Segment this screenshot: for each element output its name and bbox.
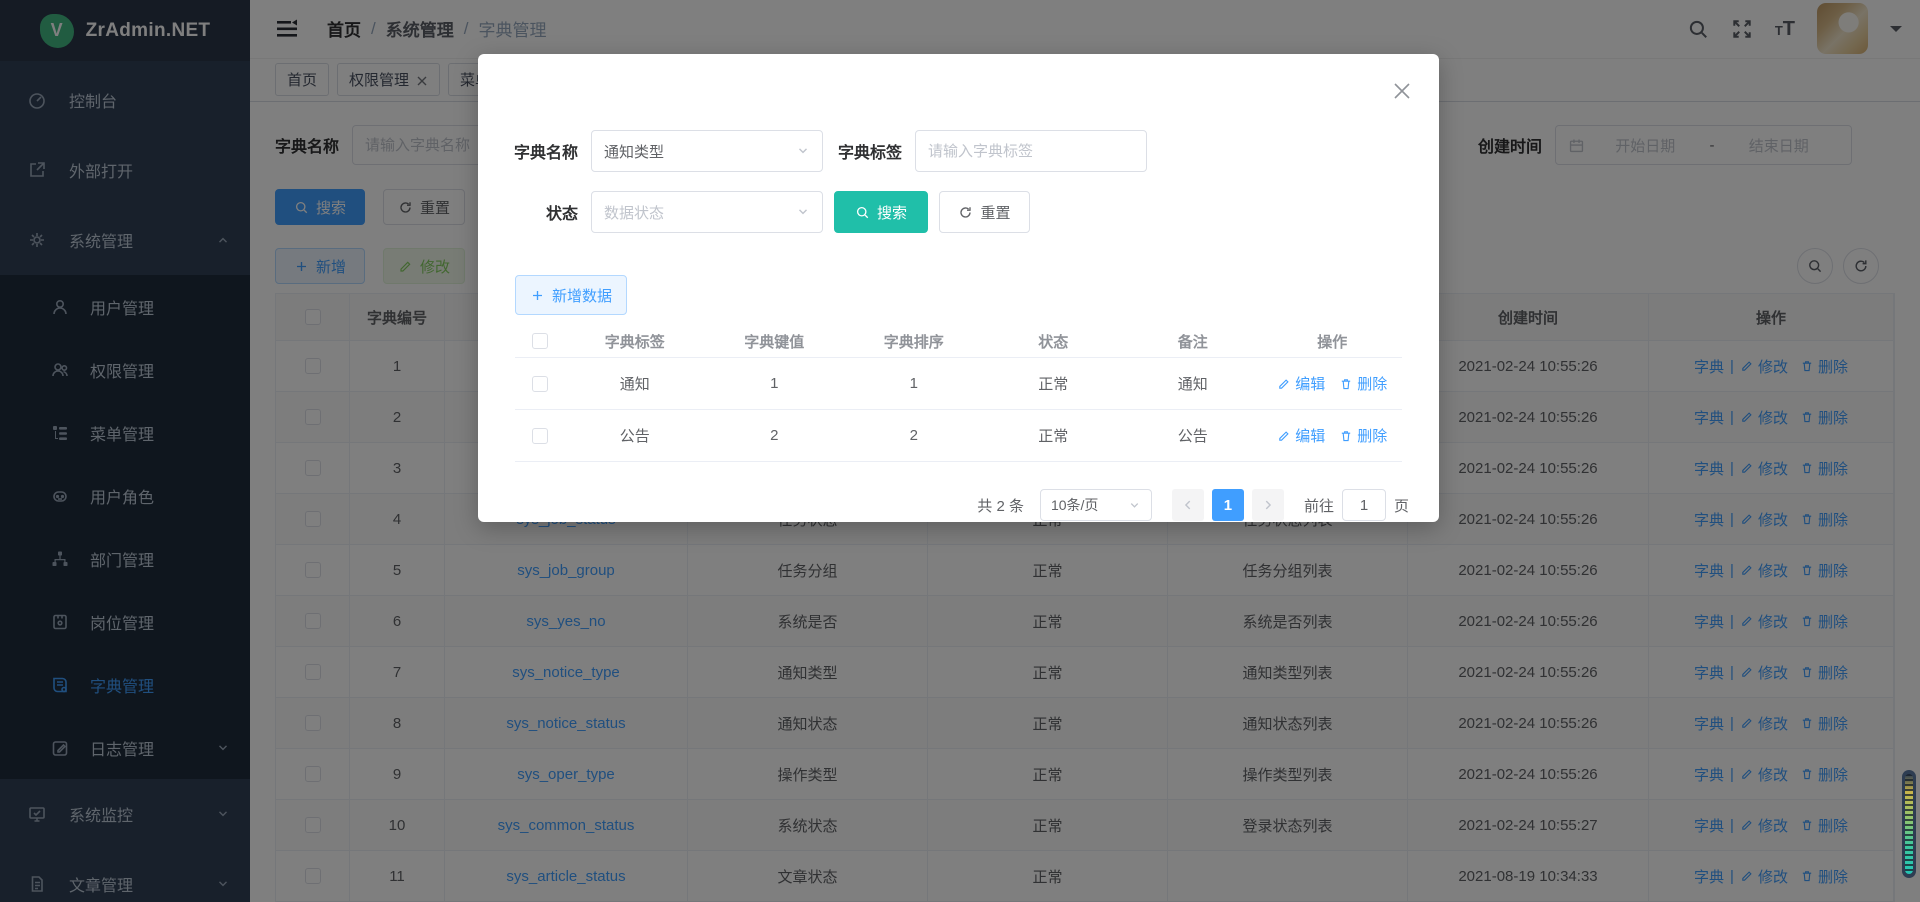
form-row: 字典名称 通知类型 字典标签 (502, 130, 1439, 172)
status-label: 状态 (502, 200, 578, 224)
chevron-down-icon (1128, 499, 1141, 512)
row-select-cell (515, 428, 565, 444)
dialog-reset-button[interactable]: 重置 (939, 191, 1030, 233)
add-data-button-label: 新增数据 (552, 285, 612, 306)
row-delete-link[interactable]: 删除 (1339, 425, 1387, 446)
row-checkbox[interactable] (532, 428, 548, 444)
pencil-icon (1277, 377, 1291, 391)
status-select-placeholder: 数据状态 (604, 202, 664, 223)
dict-data-table: 字典标签 字典键值 字典排序 状态 备注 操作 通知 1 1 正常 通知 编辑 … (515, 325, 1402, 462)
cell-remark: 通知 (1123, 373, 1263, 394)
dialog-search-button[interactable]: 搜索 (834, 191, 928, 233)
plus-icon (530, 288, 545, 303)
cell-status: 正常 (984, 425, 1124, 446)
dialog-search-label: 搜索 (877, 202, 907, 223)
cell-remark: 公告 (1123, 425, 1263, 446)
pencil-icon (1277, 429, 1291, 443)
header-remark: 备注 (1123, 331, 1263, 352)
header-dict-value: 字典键值 (705, 331, 845, 352)
dict-name-label: 字典名称 (502, 139, 578, 163)
search-icon (855, 205, 870, 220)
dict-tag-input[interactable] (915, 130, 1147, 172)
cell-dict-value: 1 (705, 375, 845, 392)
cell-dict-sort: 1 (844, 375, 984, 392)
cell-dict-sort: 2 (844, 427, 984, 444)
page-scrollbar[interactable] (1902, 770, 1916, 878)
page-size-value: 10条/页 (1051, 495, 1098, 515)
select-all-checkbox[interactable] (532, 333, 548, 349)
header-dict-label: 字典标签 (565, 331, 705, 352)
table-row: 通知 1 1 正常 通知 编辑 删除 (515, 358, 1402, 410)
form-row: 状态 数据状态 搜索 重置 (502, 191, 1439, 233)
trash-icon (1339, 429, 1353, 443)
prev-page-button[interactable] (1172, 489, 1204, 521)
dict-name-select-value: 通知类型 (604, 141, 664, 162)
row-edit-link[interactable]: 编辑 (1277, 425, 1325, 446)
goto-label: 前往 (1304, 495, 1334, 516)
cell-dict-value: 2 (705, 427, 845, 444)
cell-dict-label: 通知 (565, 373, 705, 394)
chevron-left-icon (1181, 498, 1195, 512)
next-page-button[interactable] (1252, 489, 1284, 521)
select-all-cell (515, 333, 565, 349)
dialog-table-header: 字典标签 字典键值 字典排序 状态 备注 操作 (515, 325, 1402, 358)
header-operations: 操作 (1263, 331, 1403, 352)
pagination-total: 共 2 条 (977, 495, 1024, 516)
table-row: 公告 2 2 正常 公告 编辑 删除 (515, 410, 1402, 462)
refresh-icon (958, 205, 973, 220)
dict-tag-label: 字典标签 (826, 139, 902, 163)
close-icon[interactable] (1393, 82, 1411, 100)
dialog-table-body: 通知 1 1 正常 通知 编辑 删除 公告 2 2 正常 (515, 358, 1402, 462)
row-select-cell (515, 376, 565, 392)
page-number-button[interactable]: 1 (1212, 489, 1244, 521)
dialog-filter-form: 字典名称 通知类型 字典标签 状态 数据状态 搜索 (478, 54, 1439, 233)
header-dict-sort: 字典排序 (844, 331, 984, 352)
add-data-button[interactable]: 新增数据 (515, 275, 627, 315)
cell-operations: 编辑 删除 (1263, 373, 1403, 394)
goto-unit: 页 (1394, 495, 1409, 516)
cell-dict-label: 公告 (565, 425, 705, 446)
row-edit-link[interactable]: 编辑 (1277, 373, 1325, 394)
dict-data-dialog: 字典名称 通知类型 字典标签 状态 数据状态 搜索 (478, 54, 1439, 522)
header-status: 状态 (984, 331, 1124, 352)
row-checkbox[interactable] (532, 376, 548, 392)
goto-page-input[interactable] (1342, 489, 1386, 521)
page-size-select[interactable]: 10条/页 (1040, 489, 1152, 521)
chevron-down-icon (796, 205, 810, 219)
chevron-right-icon (1261, 498, 1275, 512)
pagination: 共 2 条 10条/页 1 前往 页 (478, 489, 1439, 521)
cell-operations: 编辑 删除 (1263, 425, 1403, 446)
chevron-down-icon (796, 144, 810, 158)
cell-status: 正常 (984, 373, 1124, 394)
status-select[interactable]: 数据状态 (591, 191, 823, 233)
row-delete-link[interactable]: 删除 (1339, 373, 1387, 394)
dialog-reset-label: 重置 (980, 202, 1010, 223)
trash-icon (1339, 377, 1353, 391)
dict-name-select[interactable]: 通知类型 (591, 130, 823, 172)
